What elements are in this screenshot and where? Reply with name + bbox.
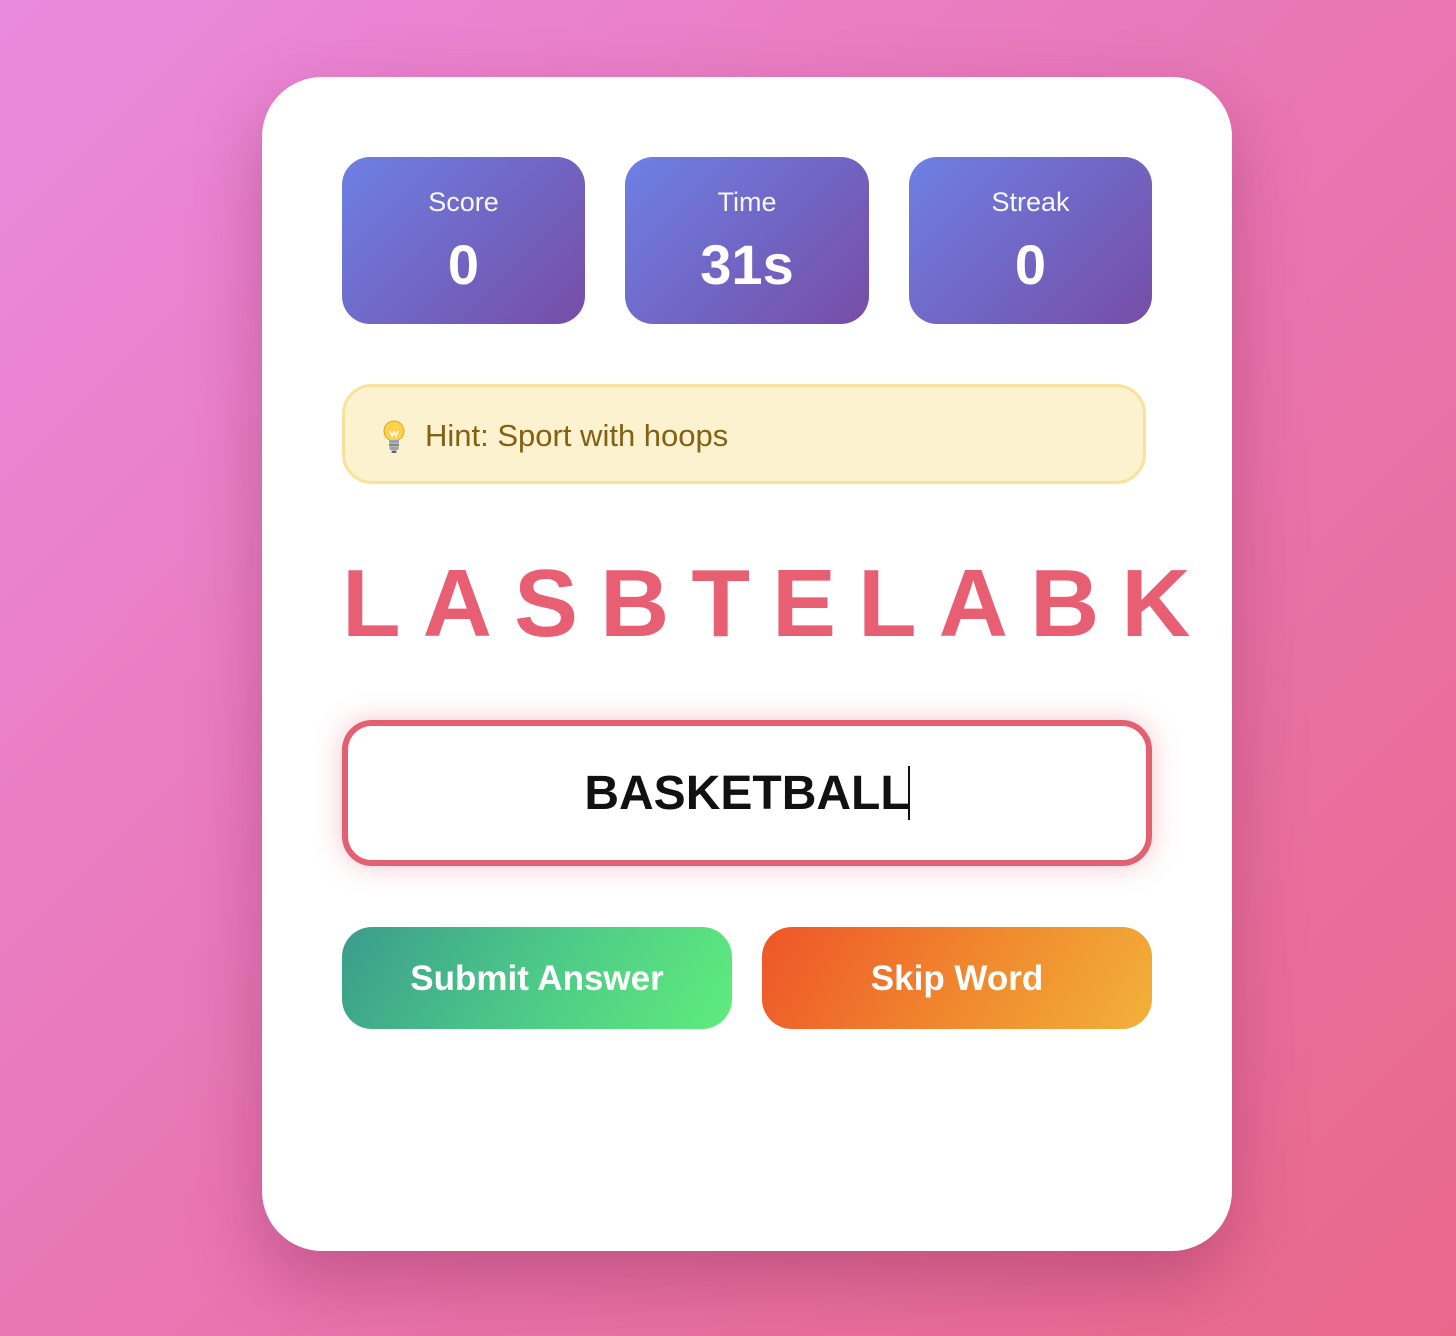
hint-text: Hint: Sport with hoops xyxy=(425,418,729,453)
time-value: 31s xyxy=(700,233,794,296)
game-card: Score 0 Time 31s Streak 0 Hint: Sport wi… xyxy=(262,77,1232,1251)
scrambled-word: LASBTELABK xyxy=(342,550,1213,657)
text-caret xyxy=(908,766,910,820)
time-stat: Time 31s xyxy=(625,157,869,324)
lightbulb-icon xyxy=(383,420,405,453)
streak-stat: Streak 0 xyxy=(909,157,1152,324)
stats-row: Score 0 Time 31s Streak 0 xyxy=(342,157,1152,324)
streak-label: Streak xyxy=(991,187,1070,217)
score-label: Score xyxy=(428,187,499,217)
answer-field-container[interactable] xyxy=(342,720,1152,866)
time-label: Time xyxy=(717,187,777,217)
score-stat: Score 0 xyxy=(342,157,585,324)
streak-value: 0 xyxy=(1014,233,1047,296)
hint-box: Hint: Sport with hoops xyxy=(342,384,1146,484)
answer-input[interactable] xyxy=(348,726,1146,860)
submit-answer-button[interactable]: Submit Answer xyxy=(342,927,732,1029)
score-value: 0 xyxy=(447,233,480,296)
skip-word-button[interactable]: Skip Word xyxy=(762,927,1152,1029)
